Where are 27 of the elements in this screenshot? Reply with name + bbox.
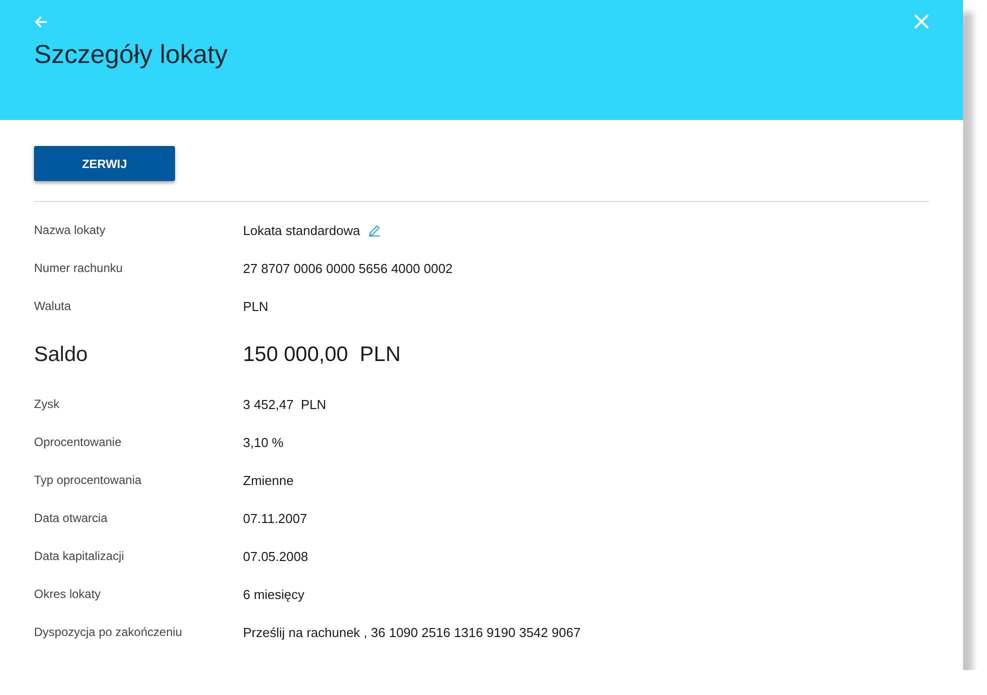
terminate-button[interactable]: ZERWIJ <box>34 146 175 181</box>
back-arrow-icon[interactable] <box>34 14 48 28</box>
detail-label: Nazwa lokaty <box>34 223 106 237</box>
close-icon[interactable] <box>914 14 929 29</box>
page-title: Szczegóły lokaty <box>34 39 229 70</box>
detail-label: Zysk <box>34 397 60 411</box>
detail-value: Prześlij na rachunek , 36 1090 2516 1316 9190 3542 9067 <box>243 624 581 640</box>
detail-value: 07.05.2008 <box>243 548 308 564</box>
detail-value: Lokata standardowa <box>243 222 360 238</box>
detail-label: Numer rachunku <box>34 261 124 275</box>
detail-value: Zmienne <box>243 472 294 488</box>
detail-value: 27 8707 0006 0000 5656 4000 0002 <box>243 260 453 276</box>
detail-value: PLN <box>243 298 268 314</box>
detail-value: 07.11.2007 <box>243 510 308 526</box>
detail-value: 3 452,47 PLN <box>243 396 326 412</box>
detail-value: 3,10 % <box>243 434 284 450</box>
detail-label: Oprocentowanie <box>34 435 122 449</box>
detail-label: Dyspozycja po zakończeniu <box>34 625 184 639</box>
detail-label: Data kapitalizacji <box>34 549 126 563</box>
detail-label: Data otwarcia <box>34 511 108 525</box>
detail-value: 6 miesięcy <box>243 586 304 602</box>
pencil-icon[interactable] <box>368 223 382 237</box>
detail-label: Waluta <box>34 299 72 313</box>
detail-label: Saldo <box>34 343 89 367</box>
detail-value: 150 000,00 PLN <box>243 343 401 367</box>
detail-label: Okres lokaty <box>34 587 102 601</box>
detail-label: Typ oprocentowania <box>34 473 142 487</box>
